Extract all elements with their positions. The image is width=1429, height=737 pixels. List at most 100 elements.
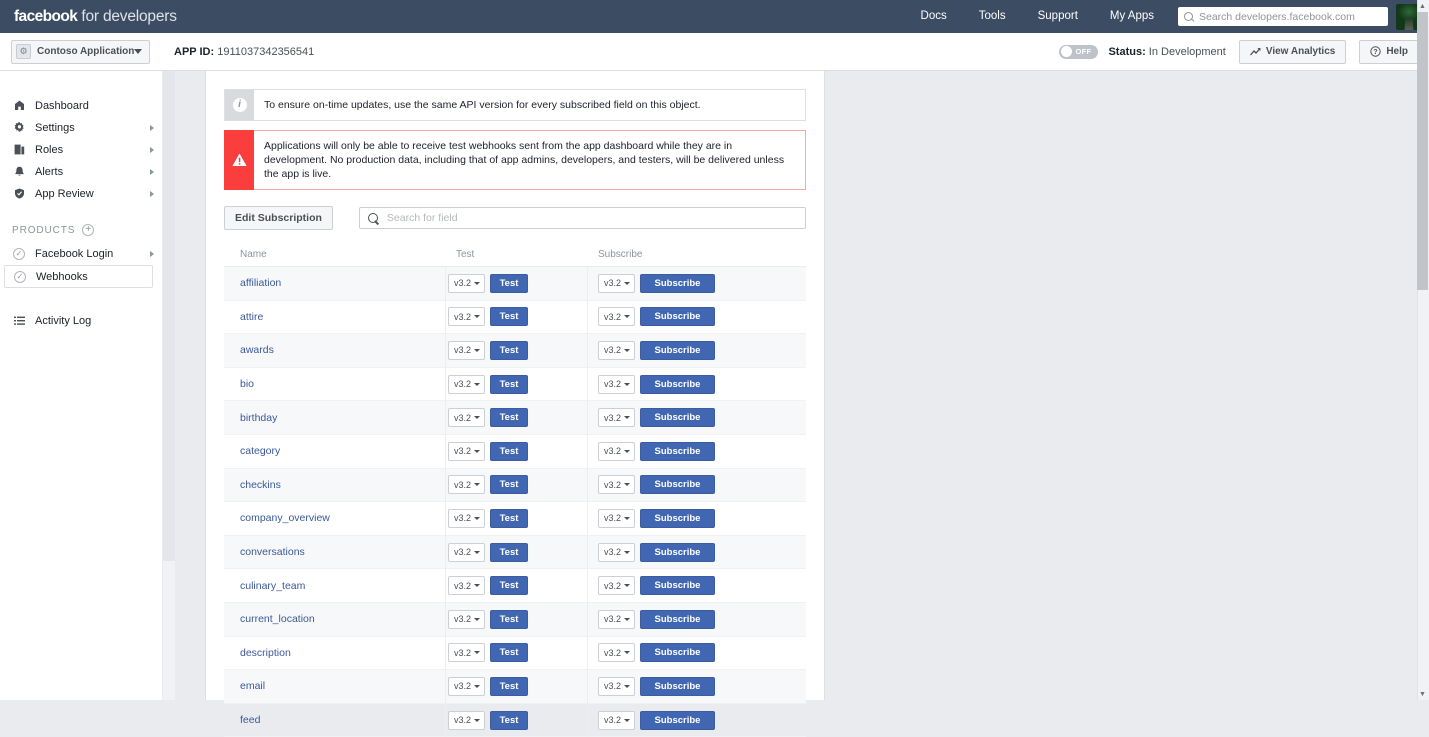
test-version-select[interactable]: v3.2 <box>448 710 485 730</box>
subscribe-button[interactable]: Subscribe <box>640 273 715 293</box>
field-name-link[interactable]: birthday <box>224 400 446 435</box>
search-input[interactable] <box>1199 10 1379 23</box>
test-version-select[interactable]: v3.2 <box>448 374 485 394</box>
live-mode-toggle[interactable]: OFF <box>1059 44 1099 59</box>
sidebar-item-activity-log[interactable]: Activity Log <box>0 310 162 331</box>
top-navigation-right-group: Docs Tools Support My Apps <box>905 0 1429 33</box>
subscribe-version-select[interactable]: v3.2 <box>598 441 635 461</box>
subscribe-button[interactable]: Subscribe <box>640 542 715 562</box>
subscribe-button[interactable]: Subscribe <box>640 576 715 596</box>
subscribe-button[interactable]: Subscribe <box>640 609 715 629</box>
sidebar-item-settings[interactable]: Settings <box>0 117 162 138</box>
sidebar-item-app-review[interactable]: App Review <box>0 183 162 204</box>
nav-link-docs[interactable]: Docs <box>905 0 963 33</box>
test-button[interactable]: Test <box>490 576 528 596</box>
nav-link-my-apps[interactable]: My Apps <box>1094 0 1170 33</box>
help-button[interactable]: ? Help <box>1359 39 1419 64</box>
test-button[interactable]: Test <box>490 408 528 428</box>
subscribe-button[interactable]: Subscribe <box>640 374 715 394</box>
test-button[interactable]: Test <box>490 710 528 730</box>
nav-link-support[interactable]: Support <box>1022 0 1094 33</box>
test-button[interactable]: Test <box>490 273 528 293</box>
subscribe-version-select[interactable]: v3.2 <box>598 643 635 663</box>
field-search-input[interactable] <box>386 212 805 224</box>
subscribe-button[interactable]: Subscribe <box>640 508 715 528</box>
field-name-link[interactable]: feed <box>224 703 446 737</box>
field-search-box[interactable] <box>358 207 806 229</box>
sidebar-item-webhooks[interactable]: ✓ Webhooks <box>4 265 153 288</box>
subscribe-version-select[interactable]: v3.2 <box>598 340 635 360</box>
test-version-select[interactable]: v3.2 <box>448 475 485 495</box>
subscribe-button[interactable]: Subscribe <box>640 676 715 696</box>
add-product-icon[interactable]: + <box>82 224 95 236</box>
test-button[interactable]: Test <box>490 475 528 495</box>
subscribe-version-select[interactable]: v3.2 <box>598 676 635 696</box>
test-button[interactable]: Test <box>490 542 528 562</box>
field-name-link[interactable]: bio <box>224 367 446 401</box>
subscribe-version-select[interactable]: v3.2 <box>598 273 635 293</box>
nav-link-tools[interactable]: Tools <box>963 0 1022 33</box>
test-version-select[interactable]: v3.2 <box>448 441 485 461</box>
sidebar-item-alerts[interactable]: Alerts <box>0 161 162 182</box>
scroll-down-arrow-icon[interactable]: ▼ <box>1417 688 1428 700</box>
field-name-link[interactable]: category <box>224 434 446 469</box>
global-search-box[interactable] <box>1178 7 1388 26</box>
subscribe-button[interactable]: Subscribe <box>640 441 715 461</box>
field-name-link[interactable]: attire <box>224 300 446 334</box>
test-button[interactable]: Test <box>490 441 528 461</box>
test-button[interactable]: Test <box>490 643 528 663</box>
sidebar-item-dashboard[interactable]: Dashboard <box>0 95 162 116</box>
field-name-link[interactable]: email <box>224 669 446 704</box>
subscribe-version-select[interactable]: v3.2 <box>598 542 635 562</box>
subscribe-button[interactable]: Subscribe <box>640 475 715 495</box>
field-name-link[interactable]: conversations <box>224 535 446 569</box>
sidebar-scrollbar-thumb[interactable] <box>163 71 175 561</box>
test-button[interactable]: Test <box>490 508 528 528</box>
page-scrollbar-track[interactable]: ▲ ▼ <box>1417 0 1429 700</box>
subscribe-button[interactable]: Subscribe <box>640 710 715 730</box>
test-version-select[interactable]: v3.2 <box>448 408 485 428</box>
test-version-select[interactable]: v3.2 <box>448 643 485 663</box>
subscribe-version-select[interactable]: v3.2 <box>598 710 635 730</box>
test-version-select[interactable]: v3.2 <box>448 508 485 528</box>
scroll-up-arrow-icon[interactable]: ▲ <box>1417 0 1428 12</box>
test-version-select[interactable]: v3.2 <box>448 676 485 696</box>
edit-subscription-button[interactable]: Edit Subscription <box>224 206 333 230</box>
field-name-link[interactable]: company_overview <box>224 501 446 536</box>
chevron-down-icon <box>474 315 480 319</box>
test-button[interactable]: Test <box>490 676 528 696</box>
view-analytics-button[interactable]: View Analytics <box>1238 39 1347 64</box>
subscribe-button[interactable]: Subscribe <box>640 408 715 428</box>
subscribe-version-select[interactable]: v3.2 <box>598 307 635 327</box>
test-version-select[interactable]: v3.2 <box>448 576 485 596</box>
subscribe-version-select[interactable]: v3.2 <box>598 374 635 394</box>
test-version-select[interactable]: v3.2 <box>448 609 485 629</box>
field-name-link[interactable]: awards <box>224 333 446 368</box>
sidebar-item-facebook-login[interactable]: ✓ Facebook Login <box>0 243 162 264</box>
sidebar-item-roles[interactable]: Roles <box>0 139 162 160</box>
test-version-select[interactable]: v3.2 <box>448 273 485 293</box>
subscribe-button[interactable]: Subscribe <box>640 340 715 360</box>
facebook-for-developers-logo[interactable]: facebook for developers <box>14 8 177 26</box>
field-name-link[interactable]: affiliation <box>224 266 446 301</box>
subscribe-version-select[interactable]: v3.2 <box>598 508 635 528</box>
subscribe-version-select[interactable]: v3.2 <box>598 609 635 629</box>
subscribe-button[interactable]: Subscribe <box>640 643 715 663</box>
subscribe-version-select[interactable]: v3.2 <box>598 408 635 428</box>
test-version-select[interactable]: v3.2 <box>448 340 485 360</box>
page-scrollbar-thumb[interactable] <box>1417 12 1428 290</box>
test-button[interactable]: Test <box>490 609 528 629</box>
app-selector-dropdown[interactable]: ⚙ Contoso Application <box>11 39 150 64</box>
field-name-link[interactable]: current_location <box>224 602 446 637</box>
test-button[interactable]: Test <box>490 307 528 327</box>
test-version-select[interactable]: v3.2 <box>448 542 485 562</box>
test-button[interactable]: Test <box>490 374 528 394</box>
field-name-link[interactable]: culinary_team <box>224 568 446 603</box>
field-name-link[interactable]: checkins <box>224 468 446 502</box>
subscribe-version-select[interactable]: v3.2 <box>598 576 635 596</box>
subscribe-version-select[interactable]: v3.2 <box>598 475 635 495</box>
test-button[interactable]: Test <box>490 340 528 360</box>
subscribe-button[interactable]: Subscribe <box>640 307 715 327</box>
test-version-select[interactable]: v3.2 <box>448 307 485 327</box>
field-name-link[interactable]: description <box>224 636 446 670</box>
